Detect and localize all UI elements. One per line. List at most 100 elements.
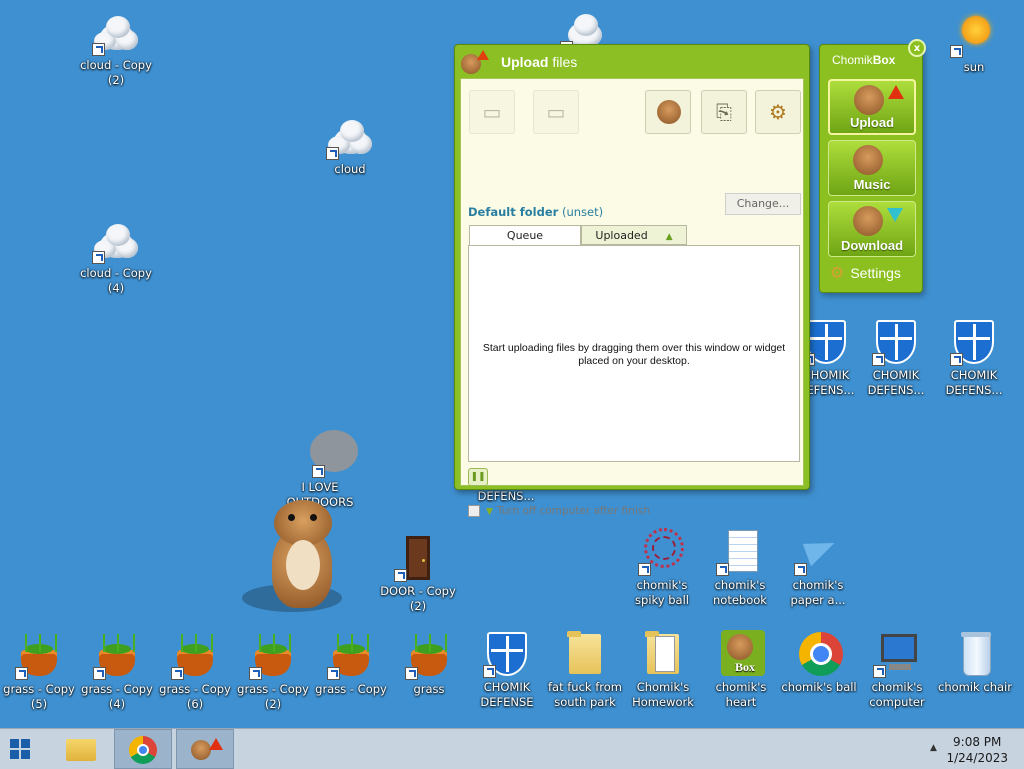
add-files-button[interactable]: ▭ <box>469 90 515 134</box>
icon-label: grass - Copy (5) <box>3 682 75 711</box>
desktop-icon-defens-partial[interactable]: DEFENS... <box>468 489 544 504</box>
add-to-queue-button[interactable]: ⎘ <box>701 90 747 134</box>
chrome-icon <box>129 736 157 764</box>
icon-label: cloud - Copy (4) <box>80 266 152 295</box>
shield-icon <box>872 318 920 366</box>
download-button[interactable]: Download <box>828 201 916 257</box>
folder-icon <box>66 739 96 761</box>
shortcut-arrow-icon <box>638 563 651 576</box>
notebook-icon <box>716 528 764 576</box>
queue-list[interactable]: Start uploading files by dragging them o… <box>468 245 800 462</box>
chomik-account-button[interactable] <box>645 90 691 134</box>
desktop-icon-grass-copy-5[interactable]: grass - Copy (5) <box>1 632 77 712</box>
desktop-icon-notebook[interactable]: chomik's notebook <box>702 528 778 608</box>
upload-panel: ▭ ▭ ⎘ ⚙ Default folder (unset) Change...… <box>460 78 804 517</box>
desktop-icon-grass-copy[interactable]: grass - Copy <box>313 632 389 697</box>
icon-label: grass - Copy (4) <box>81 682 153 711</box>
icon-label: chomik's spiky ball <box>635 578 689 607</box>
desktop-icon-door-copy-2[interactable]: DOOR - Copy (2) <box>380 534 456 614</box>
desktop-icon-cloud-copy-2[interactable]: cloud - Copy (2) <box>78 8 154 88</box>
icon-label: chomik chair <box>938 680 1012 694</box>
icon-label: grass - Copy <box>315 682 387 696</box>
tab-queue[interactable]: Queue <box>469 225 581 246</box>
shortcut-arrow-icon <box>394 569 407 582</box>
icon-label: grass - Copy (6) <box>159 682 231 711</box>
shortcut-arrow-icon <box>312 465 325 478</box>
desktop-icon-cloud[interactable]: cloud <box>312 112 388 177</box>
show-hidden-icons-chevron-up-icon[interactable]: ▲ <box>930 743 937 753</box>
clock-time: 9:08 PM <box>953 735 1002 749</box>
hamster-headphones-icon <box>853 145 883 175</box>
turn-off-checkbox[interactable] <box>468 505 480 517</box>
icon-label: grass - Copy (2) <box>237 682 309 711</box>
shortcut-arrow-icon <box>92 43 105 56</box>
desktop-icon-cloud-copy-4[interactable]: cloud - Copy (4) <box>78 216 154 296</box>
grass-pot-icon <box>327 632 375 680</box>
upload-button[interactable]: Upload <box>828 79 916 135</box>
shield-icon <box>950 318 998 366</box>
shortcut-arrow-icon <box>716 563 729 576</box>
desktop-icon-i-love-outdoors[interactable]: I LOVE OUTDOORS <box>282 430 358 510</box>
desktop-icon-grass-copy-4[interactable]: grass - Copy (4) <box>79 632 155 712</box>
desktop-icon-heart[interactable]: Box chomik's heart <box>703 630 779 710</box>
system-clock[interactable]: 9:08 PM 1/24/2023 <box>946 734 1008 766</box>
settings-button[interactable]: ⚙ <box>755 90 801 134</box>
desktop-icon-computer[interactable]: chomik's computer <box>859 630 935 710</box>
door-icon <box>394 534 442 582</box>
upload-window[interactable]: Upload files ▭ ▭ ⎘ ⚙ Default folder (uns… <box>454 44 810 517</box>
chomikbox-widget[interactable]: ChomikBox x Upload Music Download ⚙ Setti… <box>819 39 926 293</box>
pause-button[interactable]: ❚❚ <box>468 468 488 486</box>
gear-icon: ⚙ <box>769 100 787 124</box>
desktop-icon-homework-folder[interactable]: Chomik's Homework <box>625 630 701 710</box>
empty-queue-message: Start uploading files by dragging them o… <box>482 342 786 367</box>
paper-airplane-icon <box>794 528 842 576</box>
chomik-upload-logo-icon <box>461 50 489 74</box>
hamster-mascot[interactable] <box>242 500 344 620</box>
add-folder-button[interactable]: ▭ <box>533 90 579 134</box>
settings-link[interactable]: ⚙ Settings <box>830 263 901 283</box>
hamster-icon <box>853 206 883 236</box>
icon-label: CHOMIK DEFENS... <box>945 368 1003 397</box>
shortcut-arrow-icon <box>873 665 886 678</box>
desktop-icon-chomik-defens-2[interactable]: CHOMIK DEFENS... <box>858 318 934 398</box>
desktop-icon-sun[interactable]: sun <box>936 10 1012 75</box>
desktop-icon-ball[interactable]: chomik's ball <box>781 630 857 695</box>
close-button[interactable]: x <box>908 39 926 57</box>
desktop-icon-chomik-defense[interactable]: CHOMIK DEFENSE <box>469 630 545 710</box>
tab-uploaded[interactable]: Uploaded ▲ <box>581 225 687 245</box>
icon-label: chomik's computer <box>869 680 925 709</box>
desktop-icon-grass[interactable]: grass <box>391 632 467 697</box>
shortcut-arrow-icon <box>15 667 28 680</box>
hamster-icon <box>191 740 211 760</box>
shortcut-arrow-icon <box>249 667 262 680</box>
widget-title: ChomikBox <box>832 53 896 67</box>
change-folder-button[interactable]: Change... <box>725 193 801 215</box>
folder-icon <box>639 630 687 678</box>
icon-label: grass <box>413 682 445 696</box>
desktop-icon-chomik-defens-3[interactable]: CHOMIK DEFENS... <box>936 318 1012 398</box>
icon-label: CHOMIK DEFENS... <box>867 368 925 397</box>
icon-label: cloud - Copy (2) <box>80 58 152 87</box>
desktop-icon-south-park-folder[interactable]: fat fuck from south park <box>547 630 623 710</box>
desktop-icon-grass-copy-2[interactable]: grass - Copy (2) <box>235 632 311 712</box>
grass-pot-icon <box>15 632 63 680</box>
turn-off-option[interactable]: ▼ Turn off computer after finish <box>468 505 650 517</box>
turn-off-label: Turn off computer after finish <box>496 505 650 517</box>
grass-pot-icon <box>405 632 453 680</box>
music-button[interactable]: Music <box>828 140 916 196</box>
folder-icon <box>561 630 609 678</box>
shortcut-arrow-icon <box>405 667 418 680</box>
desktop-icon-grass-copy-6[interactable]: grass - Copy (6) <box>157 632 233 712</box>
chomikbox-taskbar-button[interactable] <box>176 729 234 769</box>
icon-label: chomik's ball <box>781 680 857 694</box>
computer-icon <box>873 630 921 678</box>
start-button[interactable] <box>0 729 48 769</box>
icon-label: chomik's notebook <box>713 578 767 607</box>
desktop-icon-spiky-ball[interactable]: chomik's spiky ball <box>624 528 700 608</box>
desktop-icon-recycle-bin[interactable]: chomik chair <box>937 630 1013 695</box>
desktop-icon-paper-airplane[interactable]: chomik's paper a... <box>780 528 856 608</box>
icon-label: Chomik's Homework <box>632 680 694 709</box>
file-explorer-taskbar-button[interactable] <box>56 729 106 769</box>
add-folder-icon: ▭ <box>546 100 566 124</box>
chrome-taskbar-button[interactable] <box>114 729 172 769</box>
